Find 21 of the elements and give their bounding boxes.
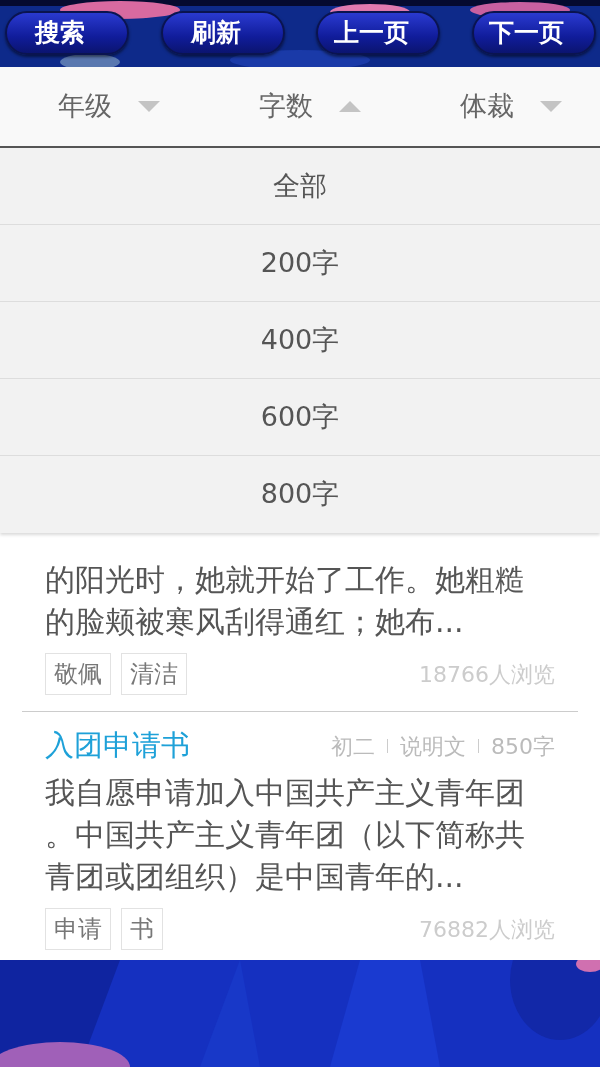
filter-tab[interactable]: 年级 (0, 67, 226, 146)
article-meta: 初二 (331, 732, 375, 761)
filter-tab[interactable]: 体裁 (394, 67, 600, 146)
dropdown-option[interactable]: 200字 (0, 225, 600, 302)
article-excerpt: 的阳光时，她就开始了工作。她粗糙的脸颊被寒风刮得通红；她布... (45, 561, 526, 641)
toolbar-button[interactable]: 上一页 (316, 11, 441, 55)
dropdown-option[interactable]: 全部 (0, 148, 600, 225)
dropdown-option[interactable]: 800字 (0, 456, 600, 533)
toolbar-button[interactable]: 刷新 (160, 11, 285, 55)
filter-tab[interactable]: 字数 (226, 67, 394, 146)
dropdown-option[interactable]: 600字 (0, 379, 600, 456)
toolbar-button[interactable]: 下一页 (471, 11, 596, 55)
article-meta: 850字 (491, 732, 555, 761)
article-tag[interactable]: 书 (121, 908, 163, 950)
article-tag[interactable]: 清洁 (121, 653, 187, 695)
dropdown-option[interactable]: 400字 (0, 302, 600, 379)
article-tag[interactable]: 申请 (45, 908, 111, 950)
toolbar-button[interactable]: 搜索 (5, 11, 129, 55)
article-tag[interactable]: 敬佩 (45, 653, 111, 695)
article-excerpt: 我自愿申请加入中国共产主义青年团。中国共产主义青年团（以下简称共青团或团组织）是中国青年的... (45, 774, 526, 896)
article-meta: 说明文 (400, 732, 466, 761)
